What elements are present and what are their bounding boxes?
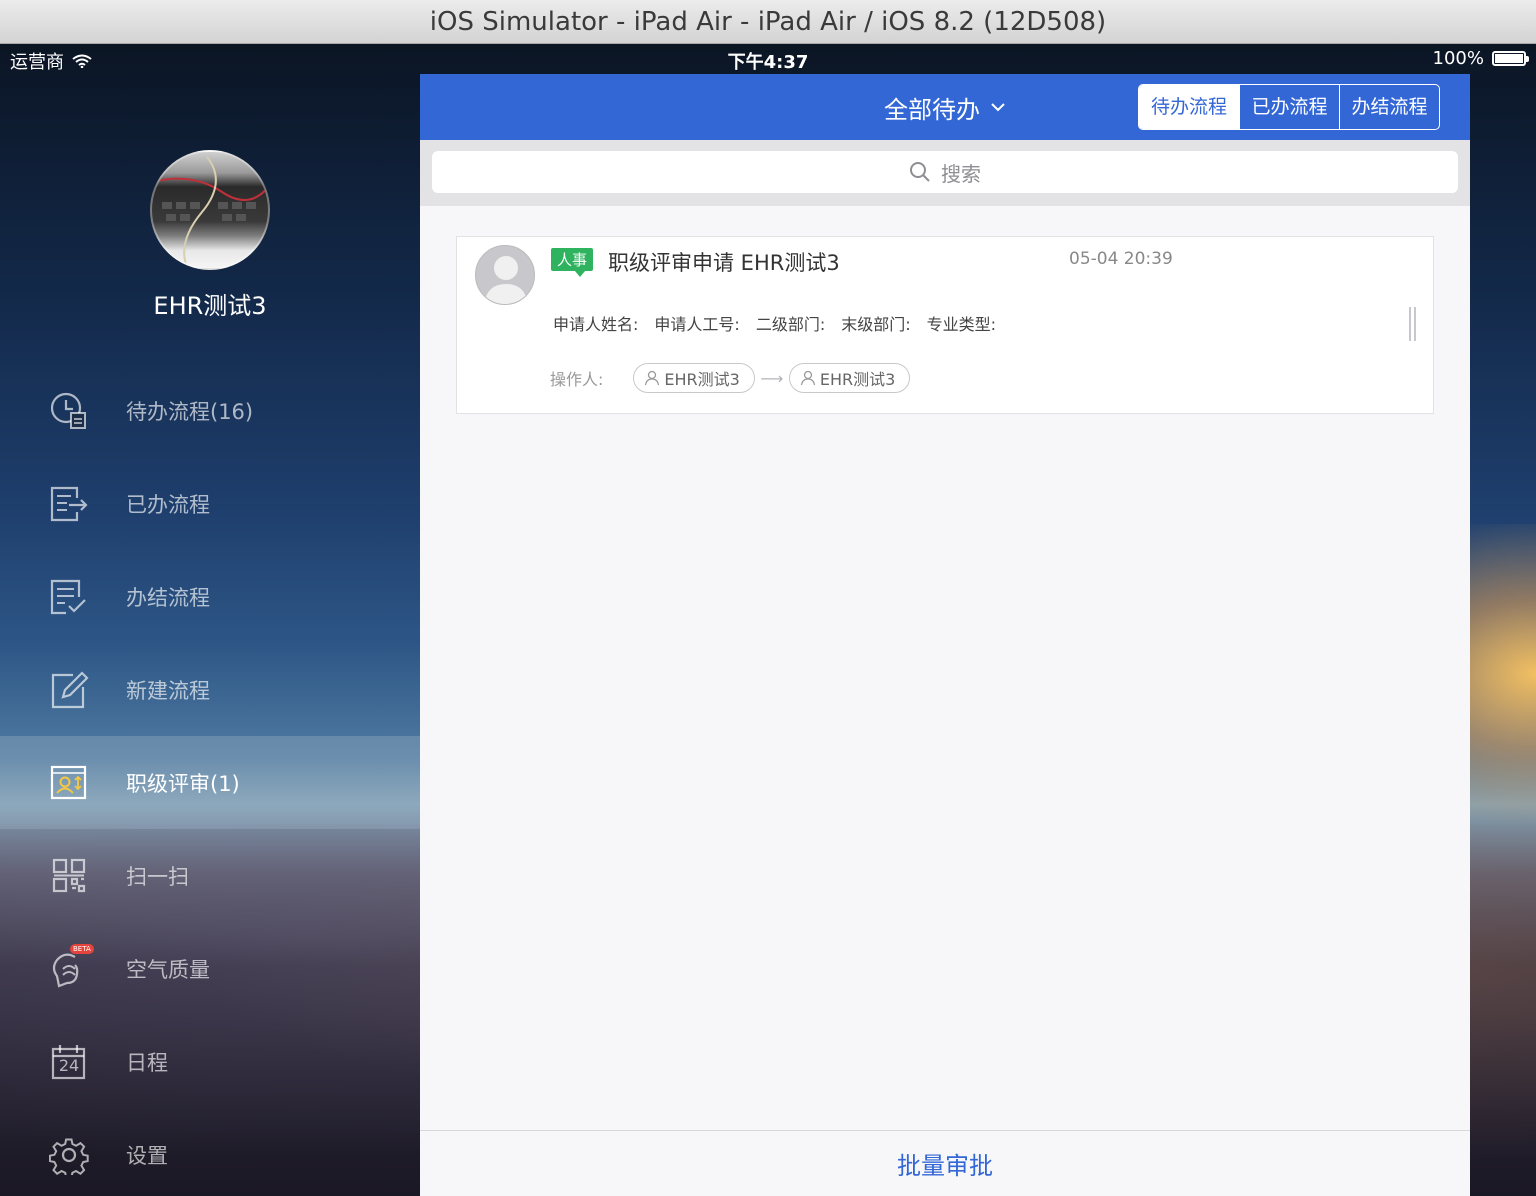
operator-row: 操作人: EHR测试3 ⟶ EHR测试3 bbox=[550, 363, 911, 393]
calendar-icon: 24 bbox=[48, 1041, 90, 1083]
qr-code-icon bbox=[48, 855, 90, 897]
sidebar-item-label: 新建流程 bbox=[126, 678, 210, 703]
avatar bbox=[475, 245, 535, 305]
search-icon bbox=[910, 162, 930, 182]
search-input[interactable]: 搜索 bbox=[432, 151, 1458, 193]
item-fields: 申请人姓名: 申请人工号: 二级部门: 末级部门: 专业类型: bbox=[553, 311, 996, 335]
person-placeholder-icon bbox=[484, 256, 528, 304]
drag-handle[interactable] bbox=[1405, 307, 1419, 341]
sidebar-item-settings[interactable]: 设置 bbox=[0, 1108, 420, 1196]
simulator-screen: 运营商 下午4:37 100% EHR测试3 待办流程(16) 已办流程 办结流… bbox=[0, 44, 1536, 1196]
operator-name: EHR测试3 bbox=[819, 370, 896, 389]
battery-area: 100% bbox=[1432, 48, 1529, 69]
sidebar-item-label: 扫一扫 bbox=[126, 864, 189, 889]
battery-percent: 100% bbox=[1432, 48, 1484, 69]
user-review-icon bbox=[48, 762, 90, 804]
sidebar-item-label: 设置 bbox=[126, 1143, 168, 1168]
operator-chip: EHR测试3 bbox=[788, 363, 911, 393]
sidebar-item-label: 待办流程(16) bbox=[126, 399, 254, 424]
sidebar-item-new[interactable]: 新建流程 bbox=[0, 643, 420, 736]
segment-control: 待办流程 已办流程 办结流程 bbox=[1138, 84, 1440, 130]
sidebar-item-label: 空气质量 bbox=[126, 957, 210, 982]
sidebar-item-label: 职级评审(1) bbox=[126, 771, 240, 796]
navbar: 全部待办 待办流程 已办流程 办结流程 bbox=[420, 74, 1470, 140]
status-bar: 运营商 下午4:37 100% bbox=[0, 44, 1536, 74]
profile-name: EHR测试3 bbox=[153, 292, 267, 320]
status-time: 下午4:37 bbox=[727, 52, 809, 73]
sidebar-item-rank-review[interactable]: 职级评审(1) bbox=[0, 736, 420, 829]
operator-chip: EHR测试3 bbox=[633, 363, 755, 393]
window-title: iOS Simulator - iPad Air - iPad Air / iO… bbox=[0, 0, 1536, 44]
gear-icon bbox=[48, 1134, 90, 1176]
item-time: 05-04 20:39 bbox=[1069, 249, 1173, 269]
user-icon bbox=[800, 370, 816, 386]
category-tag: 人事 bbox=[551, 248, 594, 277]
nav-title: 全部待办 bbox=[884, 95, 980, 124]
sidebar-item-label: 办结流程 bbox=[126, 585, 210, 610]
doc-arrow-icon bbox=[48, 483, 90, 525]
sidebar-item-schedule[interactable]: 24 日程 bbox=[0, 1015, 420, 1108]
battery-icon bbox=[1492, 51, 1529, 66]
doc-check-icon bbox=[48, 576, 90, 618]
arrow-right-icon: ⟶ bbox=[760, 368, 784, 388]
main-panel: 全部待办 待办流程 已办流程 办结流程 搜索 人事 职级评审申请 EHR测试3 … bbox=[420, 74, 1470, 1196]
sidebar: EHR测试3 待办流程(16) 已办流程 办结流程 新建流程 职级评审(1) 扫… bbox=[0, 74, 420, 1196]
segment-completed[interactable]: 办结流程 bbox=[1339, 85, 1439, 129]
search-placeholder: 搜索 bbox=[941, 161, 981, 186]
list-item[interactable]: 人事 职级评审申请 EHR测试3 05-04 20:39 申请人姓名: 申请人工… bbox=[456, 236, 1434, 414]
sidebar-item-completed[interactable]: 办结流程 bbox=[0, 550, 420, 643]
clock-doc-icon bbox=[48, 390, 90, 432]
sidebar-item-scan[interactable]: 扫一扫 bbox=[0, 829, 420, 922]
item-title: 职级评审申请 EHR测试3 bbox=[608, 251, 840, 275]
profile: EHR测试3 bbox=[0, 150, 420, 321]
sidebar-item-air-quality[interactable]: BETA 空气质量 bbox=[0, 922, 420, 1015]
sidebar-item-pending[interactable]: 待办流程(16) bbox=[0, 364, 420, 457]
profile-avatar[interactable] bbox=[150, 150, 270, 270]
batch-approve-button[interactable]: 批量审批 bbox=[420, 1130, 1470, 1196]
operator-name: EHR测试3 bbox=[664, 370, 740, 389]
search-bar: 搜索 bbox=[420, 140, 1470, 206]
sidebar-item-label: 已办流程 bbox=[126, 492, 210, 517]
segment-pending[interactable]: 待办流程 bbox=[1139, 85, 1239, 129]
operator-label: 操作人: bbox=[550, 370, 604, 389]
sidebar-item-done[interactable]: 已办流程 bbox=[0, 457, 420, 550]
field-second-dept: 二级部门: bbox=[755, 315, 826, 334]
field-major-type: 专业类型: bbox=[926, 315, 997, 334]
field-final-dept: 末级部门: bbox=[841, 315, 911, 334]
beta-badge: BETA bbox=[70, 943, 94, 954]
chevron-down-icon bbox=[991, 103, 1005, 112]
air-quality-icon: BETA bbox=[48, 943, 94, 990]
sidebar-item-label: 日程 bbox=[126, 1050, 168, 1075]
field-applicant-id: 申请人工号: bbox=[654, 315, 740, 334]
segment-done[interactable]: 已办流程 bbox=[1239, 85, 1339, 129]
field-applicant-name: 申请人姓名: bbox=[553, 315, 639, 334]
sidebar-menu: 待办流程(16) 已办流程 办结流程 新建流程 职级评审(1) 扫一扫 BETA… bbox=[0, 364, 420, 1196]
keyboard-photo-icon bbox=[152, 156, 268, 268]
edit-icon bbox=[48, 669, 90, 711]
user-icon bbox=[645, 370, 660, 386]
calendar-day: 24 bbox=[58, 1055, 80, 1075]
